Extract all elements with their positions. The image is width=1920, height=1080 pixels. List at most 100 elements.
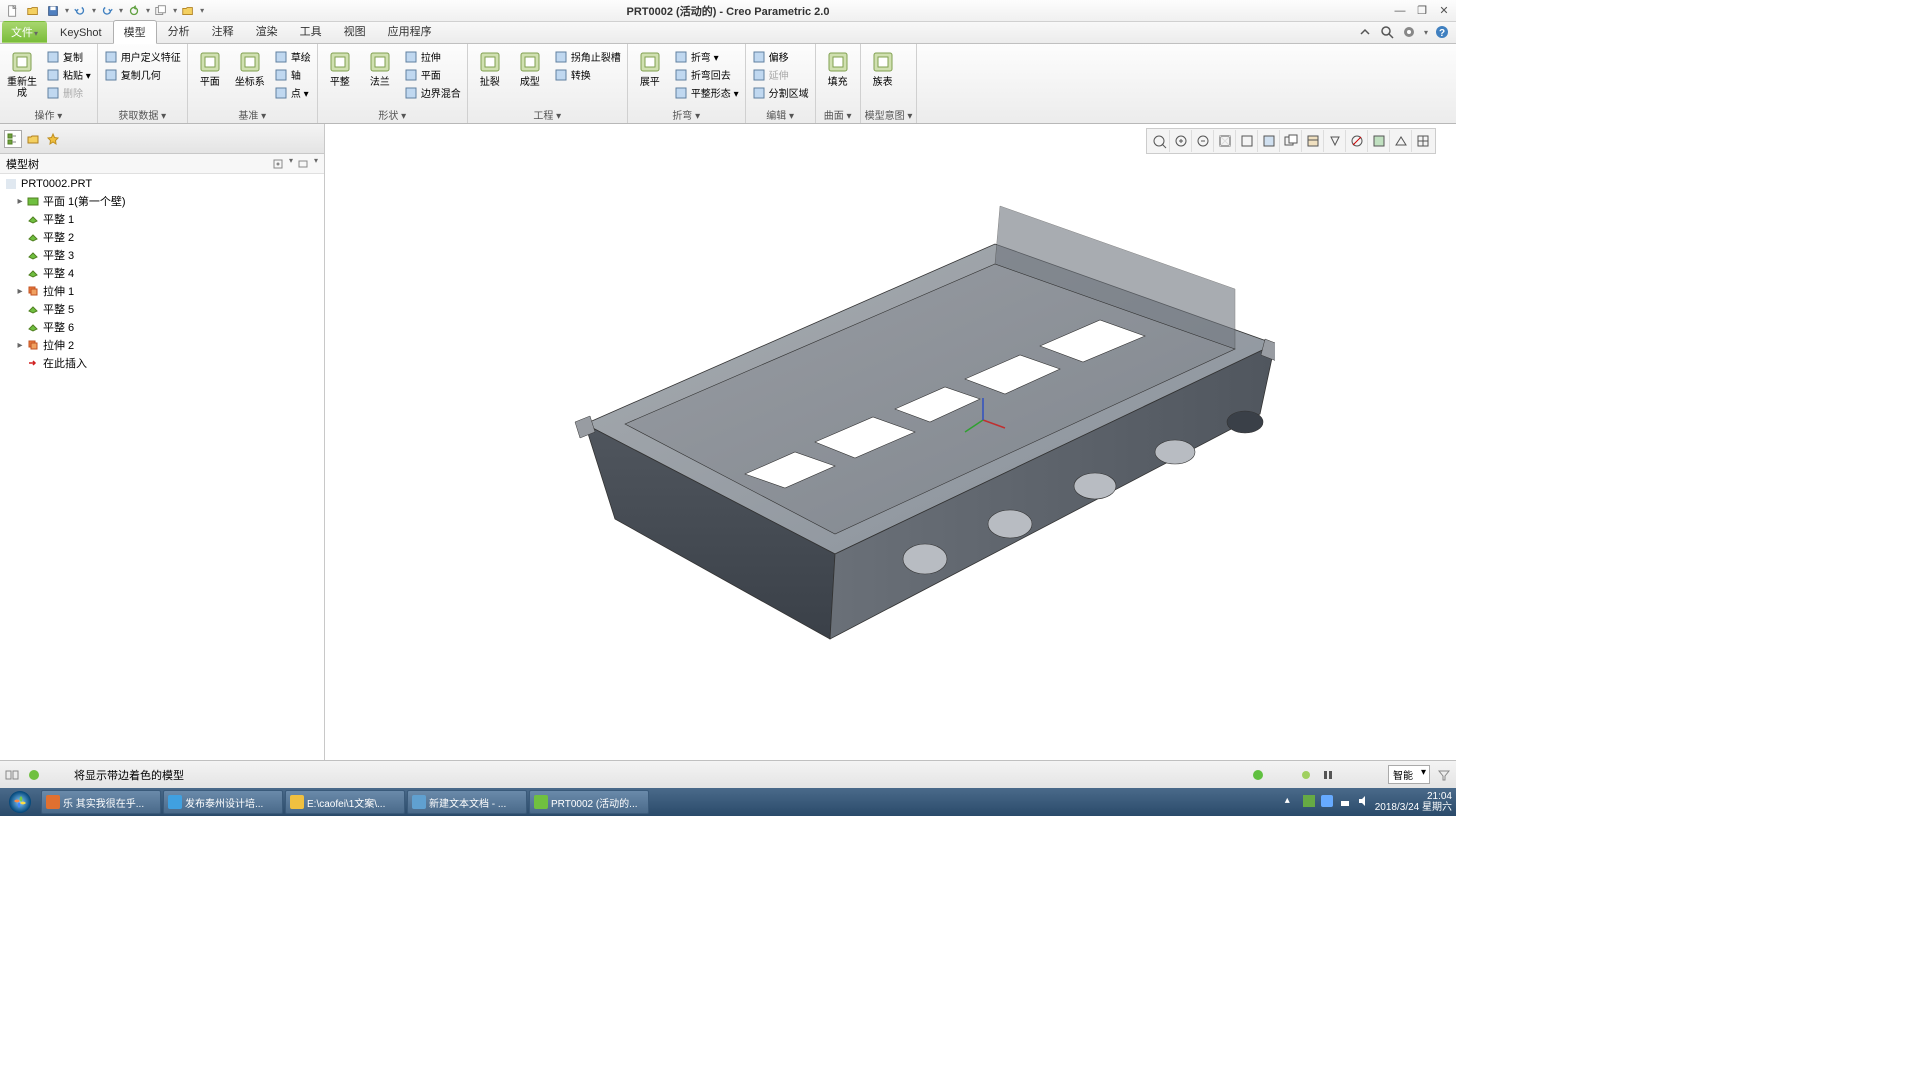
favorites-tab-icon[interactable]	[44, 130, 62, 148]
tab-keyshot[interactable]: KeyShot	[49, 23, 113, 43]
ribbon-button[interactable]: 平整	[322, 46, 358, 90]
ribbon-group-label[interactable]: 操作 ▾	[4, 106, 93, 123]
ribbon-button[interactable]: 成型	[512, 46, 548, 90]
ribbon-group-label[interactable]: 模型意图 ▾	[865, 106, 913, 123]
taskbar-item[interactable]: E:\caofei\1文案\...	[285, 790, 405, 814]
folder-tab-icon[interactable]	[24, 130, 42, 148]
status-dot-icon[interactable]	[1298, 767, 1314, 783]
maximize-icon[interactable]: ❐	[1414, 4, 1430, 18]
settings-icon[interactable]	[1401, 24, 1417, 40]
tree-toggle-icon[interactable]: ▸	[14, 196, 26, 207]
ribbon-group-label[interactable]: 折弯 ▾	[632, 106, 741, 123]
tree-node[interactable]: ▸平面 1(第一个壁)	[0, 192, 324, 210]
tab-applications[interactable]: 应用程序	[377, 19, 443, 43]
tab-view[interactable]: 视图	[333, 19, 377, 43]
tree-node[interactable]: ▸拉伸 2	[0, 336, 324, 354]
ribbon-button[interactable]: 复制几何	[102, 66, 183, 83]
ribbon-button[interactable]: 复制	[44, 48, 93, 65]
ribbon-button[interactable]: 扯裂	[472, 46, 508, 90]
appearance-icon[interactable]	[1368, 130, 1390, 152]
start-button[interactable]	[0, 788, 40, 816]
ribbon-button[interactable]: 平面	[402, 66, 463, 83]
box-icon[interactable]	[1236, 130, 1258, 152]
grid-icon[interactable]	[1412, 130, 1434, 152]
ribbon-button[interactable]: 拐角止裂槽	[552, 48, 623, 65]
ribbon-group-label[interactable]: 编辑 ▾	[750, 106, 811, 123]
ribbon-button[interactable]: 边界混合	[402, 84, 463, 101]
folder-icon[interactable]	[179, 2, 197, 20]
status-pause-icon[interactable]	[1320, 767, 1336, 783]
tree-show-icon[interactable]	[295, 156, 311, 172]
status-split-icon[interactable]	[4, 767, 20, 783]
taskbar-clock[interactable]: 21:04 2018/3/24 星期六	[1375, 791, 1452, 813]
tray-vol-icon[interactable]	[1357, 795, 1371, 809]
taskbar-item[interactable]: 新建文本文档 - ...	[407, 790, 527, 814]
dropdown-icon[interactable]	[1258, 130, 1280, 152]
search-icon[interactable]	[1379, 24, 1395, 40]
zoom-out-icon[interactable]	[1192, 130, 1214, 152]
chevron-down-icon[interactable]: ▾	[92, 6, 96, 15]
filter-config-icon[interactable]	[1436, 767, 1452, 783]
ribbon-group-label[interactable]: 获取数据 ▾	[102, 106, 183, 123]
tree-toggle-icon[interactable]: ▸	[14, 340, 26, 351]
ribbon-group-label[interactable]: 曲面 ▾	[820, 106, 856, 123]
viewport-3d[interactable]	[325, 124, 1456, 760]
redo-icon[interactable]	[98, 2, 116, 20]
tree-node[interactable]: 平整 1	[0, 210, 324, 228]
tree-node[interactable]: 平整 6	[0, 318, 324, 336]
tree-node[interactable]: 平整 4	[0, 264, 324, 282]
tree-node[interactable]: 平整 2	[0, 228, 324, 246]
ribbon-button[interactable]: 折弯回去	[672, 66, 741, 83]
tab-annotate[interactable]: 注释	[201, 19, 245, 43]
chevron-down-icon[interactable]: ▾	[173, 6, 177, 15]
tab-analysis[interactable]: 分析	[157, 19, 201, 43]
tab-model[interactable]: 模型	[113, 20, 157, 44]
chevron-down-icon[interactable]: ▾	[65, 6, 69, 15]
tray-up-icon[interactable]: ▴	[1285, 795, 1299, 809]
tab-render[interactable]: 渲染	[245, 19, 289, 43]
ribbon-button[interactable]: 平面	[192, 46, 228, 90]
tray-chat-icon[interactable]	[1321, 795, 1335, 809]
help-icon[interactable]: ?	[1434, 24, 1450, 40]
taskbar-item[interactable]: 乐 其实我很在乎...	[41, 790, 161, 814]
ribbon-button[interactable]: 轴	[272, 66, 313, 83]
ribbon-button[interactable]: 转换	[552, 66, 623, 83]
tree-settings-icon[interactable]	[270, 156, 286, 172]
ribbon-button[interactable]: 法兰	[362, 46, 398, 90]
ribbon-group-label[interactable]: 工程 ▾	[472, 106, 623, 123]
ribbon-button[interactable]: 偏移	[750, 48, 811, 65]
selection-filter[interactable]: 智能	[1388, 765, 1430, 784]
ribbon-button[interactable]: 折弯 ▾	[672, 48, 741, 65]
new-icon[interactable]	[4, 2, 22, 20]
status-info-icon[interactable]	[26, 767, 42, 783]
ribbon-button[interactable]: 分割区域	[750, 84, 811, 101]
ribbon-button[interactable]: 重新生成	[4, 46, 40, 101]
tree-node[interactable]: 平整 3	[0, 246, 324, 264]
undo-icon[interactable]	[71, 2, 89, 20]
chevron-down-icon[interactable]: ▾	[200, 6, 204, 15]
noshow-icon[interactable]	[1346, 130, 1368, 152]
saved-view-icon[interactable]	[1280, 130, 1302, 152]
tree-toggle-icon[interactable]: ▸	[14, 286, 26, 297]
close-icon[interactable]: ✕	[1436, 4, 1452, 18]
tree-node[interactable]: 平整 5	[0, 300, 324, 318]
tree-node[interactable]: 在此插入	[0, 354, 324, 372]
status-green-icon[interactable]	[1250, 767, 1266, 783]
taskbar-item[interactable]: 发布泰州设计培...	[163, 790, 283, 814]
minimize-icon[interactable]: —	[1392, 4, 1408, 18]
annotations-icon[interactable]	[1324, 130, 1346, 152]
regen-icon[interactable]	[125, 2, 143, 20]
tree-tab-icon[interactable]	[4, 130, 22, 148]
tree-node[interactable]: ▸拉伸 1	[0, 282, 324, 300]
open-icon[interactable]	[24, 2, 42, 20]
zoom-in-icon[interactable]	[1170, 130, 1192, 152]
ribbon-button[interactable]: 拉伸	[402, 48, 463, 65]
ribbon-button[interactable]: 草绘	[272, 48, 313, 65]
tab-file[interactable]: 文件▾	[2, 21, 47, 43]
ribbon-button[interactable]: 粘贴 ▾	[44, 66, 93, 83]
collapse-ribbon-icon[interactable]	[1357, 24, 1373, 40]
tree-root[interactable]: PRT0002.PRT	[0, 176, 324, 192]
ribbon-group-label[interactable]: 形状 ▾	[322, 106, 463, 123]
ribbon-group-label[interactable]: 基准 ▾	[192, 106, 313, 123]
repaint-icon[interactable]	[1214, 130, 1236, 152]
